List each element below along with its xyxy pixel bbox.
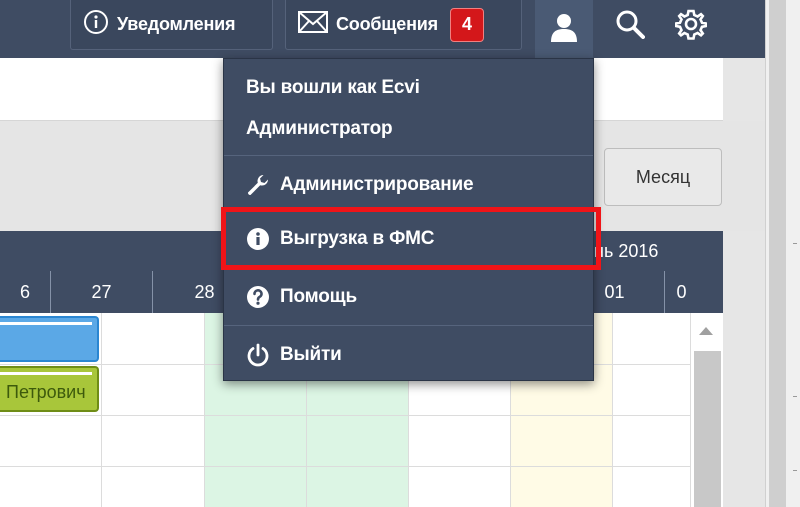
calendar-event[interactable]: Петрович [0,366,99,412]
search-button[interactable] [606,4,654,48]
info-icon [83,9,109,40]
month-view-button[interactable]: Месяц [604,148,722,206]
menu-item-label: Помощь [280,286,357,307]
search-icon [615,9,645,44]
top-navbar: Уведомления Сообщения 4 [0,0,765,58]
day-header: 6 [19,281,30,302]
notifications-button[interactable]: Уведомления [70,0,273,50]
messages-button[interactable]: Сообщения 4 [285,0,522,50]
highlight-box [221,207,601,270]
user-icon [550,12,578,47]
scrollbar-track[interactable] [769,0,786,507]
page-scrollbar[interactable] [765,0,800,507]
menu-item-label: Выйти [280,344,342,365]
event-label: Петрович [6,382,86,402]
scrollbar-thumb[interactable] [694,351,721,507]
menu-item-logout[interactable]: Выйти [224,330,593,380]
envelope-icon [298,11,328,38]
day-header: 27 [50,271,152,313]
menu-item-help[interactable]: Помощь [224,272,593,322]
calendar-month-label: нь 2016 [594,241,659,261]
user-menu-button[interactable] [535,0,593,58]
notifications-label: Уведомления [117,14,236,34]
power-icon [246,343,270,367]
menu-item-label: Администрирование [280,174,474,195]
scroll-up-icon[interactable] [699,327,713,335]
messages-count-badge: 4 [449,7,484,42]
question-circle-icon [246,285,270,309]
logged-in-as-text: Вы вошли как Ecvi [246,77,420,98]
day-header: 0 [664,271,698,313]
user-role-text: Администратор [246,118,393,139]
calendar-event[interactable] [0,316,99,362]
messages-label: Сообщения [336,14,438,34]
calendar-scrollbar[interactable] [690,313,723,507]
gear-icon [674,8,708,45]
wrench-icon [246,173,270,197]
settings-button[interactable] [667,4,715,48]
menu-item-administration[interactable]: Администрирование [224,160,593,210]
